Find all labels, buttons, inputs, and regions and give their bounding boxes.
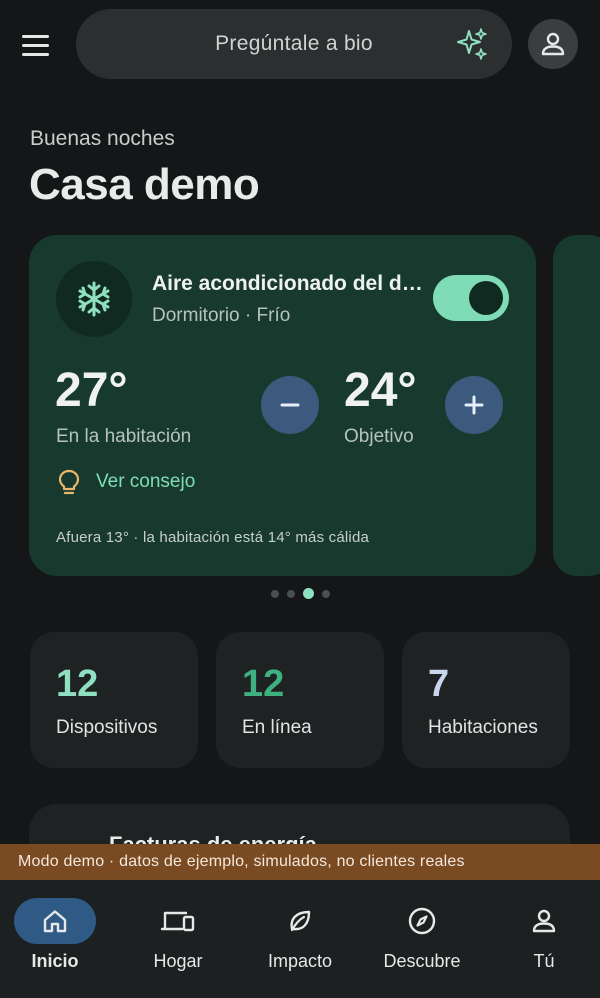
- carousel-indicator: [0, 588, 600, 599]
- stat-value: 12: [242, 663, 285, 705]
- decrease-temperature-button[interactable]: [261, 376, 319, 434]
- ac-icon-badge: [56, 261, 132, 337]
- stat-value: 7: [428, 663, 450, 705]
- outside-temperature-note: Afuera 13° · la habitación está 14° más …: [56, 529, 370, 546]
- stat-value: 12: [56, 663, 99, 705]
- person-icon: [503, 898, 585, 944]
- stat-card-online[interactable]: 12 En línea: [216, 632, 384, 768]
- home-screen: Pregúntale a bio Buenas noches Casa demo: [0, 0, 600, 998]
- person-icon: [541, 32, 565, 56]
- ac-device-name: Aire acondicionado del dormitorio: [152, 272, 432, 295]
- devices-icon: [137, 898, 219, 944]
- view-tip-label: Ver consejo: [96, 471, 196, 492]
- nav-item-hogar[interactable]: Hogar: [118, 880, 238, 998]
- target-temperature-label: Objetivo: [344, 426, 414, 447]
- compass-icon: [381, 898, 463, 944]
- nav-label: Impacto: [267, 951, 333, 971]
- nav-item-descubre[interactable]: Descubre: [362, 880, 482, 998]
- sparkle-icon: [457, 28, 487, 60]
- stat-label: Habitaciones: [428, 717, 538, 738]
- nav-label: Descubre: [383, 951, 461, 971]
- plus-icon: [464, 395, 484, 415]
- target-temperature: 24°: [344, 364, 417, 417]
- leaf-icon: [259, 898, 341, 944]
- stat-label: Dispositivos: [56, 717, 158, 738]
- home-icon: [14, 898, 96, 944]
- minus-icon: [280, 403, 300, 407]
- assistant-search-bar[interactable]: Pregúntale a bio: [76, 9, 512, 79]
- bottom-navigation: Inicio Hogar Impacto Descubre Tú: [0, 880, 600, 998]
- demo-mode-banner: Modo demo · datos de ejemplo, simulados,…: [0, 844, 600, 880]
- ac-power-toggle[interactable]: [433, 275, 509, 321]
- top-bar: Pregúntale a bio: [0, 0, 600, 90]
- carousel-dot[interactable]: [321, 589, 330, 598]
- lightbulb-icon: [58, 469, 80, 495]
- ac-device-card[interactable]: Aire acondicionado del dormitorio Dormit…: [29, 235, 536, 576]
- stat-label: En línea: [242, 717, 312, 738]
- home-title: Casa demo: [29, 160, 260, 209]
- menu-icon[interactable]: [22, 28, 60, 62]
- account-avatar[interactable]: [528, 19, 578, 69]
- current-temperature-label: En la habitación: [56, 426, 192, 447]
- ac-device-room-mode: Dormitorio · Frío: [152, 305, 291, 326]
- carousel-dot[interactable]: [286, 589, 295, 598]
- nav-label: Hogar: [153, 951, 203, 971]
- nav-item-inicio[interactable]: Inicio: [0, 880, 115, 998]
- nav-label: Inicio: [31, 951, 79, 971]
- toggle-knob: [469, 281, 503, 315]
- carousel-dot-active[interactable]: [302, 588, 314, 599]
- stat-card-devices[interactable]: 12 Dispositivos: [30, 632, 198, 768]
- snowflake-icon: [78, 281, 110, 317]
- next-device-card-peek[interactable]: [553, 235, 600, 576]
- increase-temperature-button[interactable]: [445, 376, 503, 434]
- search-label: Pregúntale a bio: [215, 32, 373, 55]
- greeting-text: Buenas noches: [30, 127, 175, 150]
- view-tip-link[interactable]: Ver consejo: [56, 468, 195, 496]
- nav-label: Tú: [533, 951, 555, 971]
- current-temperature: 27°: [55, 364, 128, 417]
- nav-item-tu[interactable]: Tú: [484, 880, 600, 998]
- carousel-dot[interactable]: [270, 589, 279, 598]
- stat-card-rooms[interactable]: 7 Habitaciones: [402, 632, 570, 768]
- nav-item-impacto[interactable]: Impacto: [240, 880, 360, 998]
